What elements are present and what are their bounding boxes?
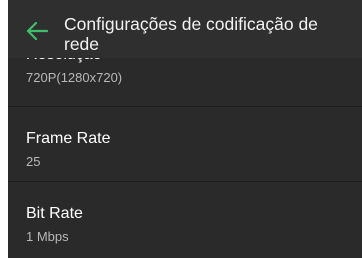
setting-value: 720P(1280x720) [26,70,123,85]
app-bar: Configurações de codificação de rede [8,0,362,58]
settings-screen: Configurações de codificação de rede Res… [8,0,362,258]
setting-label: Bit Rate [26,205,83,222]
setting-row-frame-rate[interactable]: Frame Rate 25 [8,122,362,188]
page-title: Configurações de codificação de rede [64,14,318,54]
divider [8,181,362,182]
setting-label: Frame Rate [26,130,111,147]
arrow-left-icon[interactable] [26,22,48,40]
setting-value: 25 [26,154,41,169]
setting-row-bit-rate[interactable]: Bit Rate 1 Mbps [8,197,362,258]
divider [8,106,362,107]
setting-value: 1 Mbps [26,229,69,244]
